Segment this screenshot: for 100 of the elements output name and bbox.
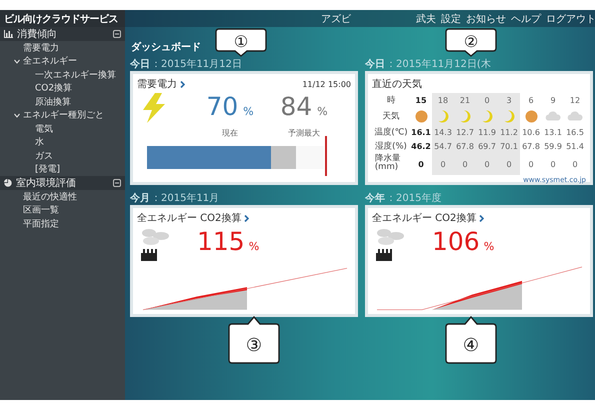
period-label: 今日	[130, 58, 150, 71]
value-label: 現在	[222, 128, 238, 139]
sidebar-item[interactable]: 一次エネルギー換算	[35, 68, 116, 82]
sidebar-item[interactable]: エネルギー種別ごと	[23, 108, 104, 122]
card-title: 直近の天気	[372, 78, 422, 91]
nav-link[interactable]: ヘルプ	[511, 12, 541, 26]
chevron-icon	[180, 80, 185, 88]
collapse-icon[interactable]	[113, 30, 121, 38]
period-label: 今月	[130, 192, 150, 205]
forecast-value: 84 %	[280, 93, 328, 123]
row-label: 湿度(%)	[374, 140, 408, 152]
hour-cell-text: 18	[438, 94, 448, 106]
temperature-cell-text: 16.5	[566, 126, 584, 138]
period-label: 今日	[365, 58, 385, 71]
sidebar-item[interactable]: 最近の快適性	[23, 190, 77, 204]
value-label: 予測最大	[288, 128, 320, 139]
rain-cell-text: 0	[462, 158, 468, 170]
user-name: 武夫	[416, 12, 436, 26]
sidebar-item[interactable]: CO2換算	[35, 82, 72, 95]
hour-cell-text: 21	[460, 94, 470, 106]
co2-value: 115 %	[197, 227, 260, 258]
chevron-icon	[479, 214, 484, 222]
period-label: 今年	[365, 192, 385, 205]
humidity-cell-text: 70.1	[500, 140, 518, 152]
hour-cell-text: 0	[484, 94, 490, 106]
hour-cell-text: 12	[570, 94, 580, 106]
humidity-cell-text: 69.7	[478, 140, 496, 152]
rain-cell-text: 0	[506, 158, 512, 170]
factory-smoke-icon	[374, 227, 406, 261]
rain-cell-text: 0	[572, 158, 578, 170]
rain-cell-text: 0	[418, 158, 424, 170]
temperature-cell-text: 16.1	[411, 126, 431, 138]
hour-cell-text: 9	[550, 94, 556, 106]
row-label: 降水量(mm)	[374, 154, 402, 174]
card-title-link[interactable]: 全エネルギー CO2換算	[137, 211, 250, 225]
collapse-icon[interactable]	[113, 179, 121, 187]
sidebar-item[interactable]: 全エネルギー	[23, 54, 77, 68]
row-label: 天気	[382, 110, 400, 124]
humidity-cell-text: 51.4	[566, 140, 584, 152]
humidity-cell-text: 46.2	[411, 140, 431, 152]
app-title: ビル向けクラウドサービス	[4, 12, 118, 26]
sidebar-item[interactable]: 原油換算	[35, 95, 71, 108]
temperature-cell-text: 12.7	[456, 126, 474, 138]
nav-link[interactable]: お知らせ	[466, 12, 506, 26]
timestamp: 11/12 15:00	[302, 80, 351, 88]
temperature-cell-text: 14.3	[434, 126, 452, 138]
rain-cell-text: 0	[550, 158, 556, 170]
hour-cell-text: 6	[528, 94, 534, 106]
caret-icon[interactable]	[14, 58, 20, 64]
sun-icon	[414, 110, 428, 122]
section-label[interactable]: 室内環境評価	[16, 176, 109, 190]
rain-cell-text: 0	[484, 158, 490, 170]
rain-cell-text: 0	[528, 158, 534, 170]
sidebar-item[interactable]: ガス	[35, 149, 53, 162]
cloud-icon	[545, 111, 561, 121]
card-title-link[interactable]: 需要電力	[137, 77, 185, 91]
limit-line	[325, 136, 327, 176]
moon-icon	[482, 110, 492, 122]
date-label: ：2015年11月	[151, 192, 220, 205]
sidebar-item[interactable]: 水	[35, 136, 44, 149]
date-label: ：2015年11月12日	[151, 58, 242, 71]
moon-icon	[504, 110, 514, 122]
humidity-cell-text: 54.7	[434, 140, 452, 152]
row-label: 時	[386, 94, 396, 106]
co2-value: 106 %	[432, 227, 494, 258]
page-title: ダッシュボード	[131, 42, 201, 53]
chevron-icon	[244, 214, 250, 222]
pie-chart-icon	[4, 179, 12, 187]
sidebar-item[interactable]: 電気	[35, 122, 53, 136]
sidebar-item[interactable]: 需要電力	[23, 41, 59, 54]
temperature-cell-text: 13.1	[544, 126, 562, 138]
date-label: ：2015年11月12日(木	[386, 58, 491, 71]
sidebar-item[interactable]: [発電]	[35, 162, 60, 176]
humidity-cell-text: 67.8	[522, 140, 540, 152]
hour-cell-text: 15	[415, 94, 427, 106]
lightning-icon	[141, 93, 167, 123]
card-title-link[interactable]: 全エネルギー CO2換算	[372, 211, 484, 225]
sun-icon	[524, 110, 538, 122]
hour-cell-text: 3	[506, 94, 512, 106]
bar-chart-icon	[4, 30, 13, 38]
caret-icon[interactable]	[14, 112, 20, 118]
moon-icon	[438, 110, 448, 122]
nav-link[interactable]: 設定	[441, 12, 461, 26]
section-label[interactable]: 消費傾向	[17, 27, 109, 41]
temperature-cell-text: 11.9	[478, 126, 496, 138]
date-label: ：2015年度	[386, 192, 442, 205]
sidebar-section[interactable]: 消費傾向	[0, 27, 125, 41]
row-label: 温度(℃)	[374, 126, 408, 138]
sidebar-section[interactable]: 室内環境評価	[0, 176, 125, 190]
factory-smoke-icon	[139, 227, 171, 261]
nav-link[interactable]: ログアウト	[546, 12, 595, 26]
temperature-cell-text: 11.2	[500, 126, 518, 138]
rain-cell-text: 0	[440, 158, 446, 170]
sidebar-item[interactable]: 区画一覧	[23, 204, 59, 217]
cloud-icon	[567, 111, 583, 121]
temperature-cell-text: 10.6	[522, 126, 540, 138]
current-value: 70 %	[206, 93, 254, 123]
moon-icon	[460, 110, 470, 122]
sidebar-item[interactable]: 平面指定	[23, 217, 59, 230]
humidity-cell-text: 59.9	[544, 140, 562, 152]
